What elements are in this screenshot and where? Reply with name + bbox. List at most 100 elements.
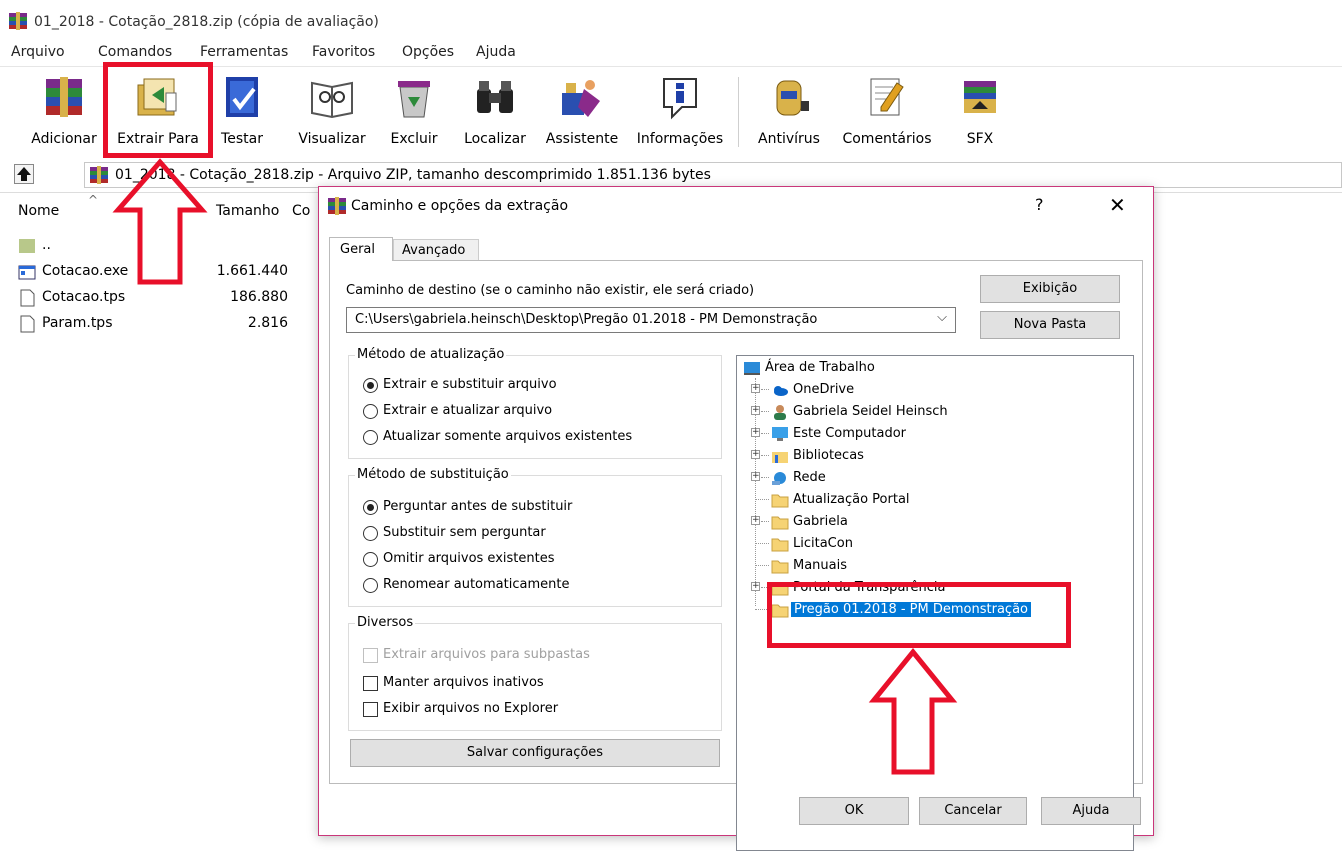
radio-label: Extrair e atualizar arquivo — [383, 403, 553, 418]
checkbox[interactable] — [363, 676, 378, 691]
comments-button[interactable]: Comentários — [834, 71, 940, 151]
tree-line — [755, 543, 769, 544]
info-button[interactable]: Informações — [630, 71, 730, 151]
radio-button[interactable] — [363, 378, 378, 393]
menu-opcoes[interactable]: Opções — [402, 44, 454, 60]
arrow-up-icon — [17, 167, 31, 181]
binoculars-icon — [477, 81, 513, 113]
exibicao-button[interactable]: Exibição — [980, 275, 1120, 303]
radio-label: Perguntar antes de substituir — [383, 499, 573, 514]
tree-expand-icon[interactable]: + — [751, 472, 760, 481]
close-icon[interactable]: ✕ — [1109, 193, 1126, 217]
tree-expand-icon[interactable]: + — [751, 516, 760, 525]
cancel-button[interactable]: Cancelar — [919, 797, 1027, 825]
radio-label: Omitir arquivos existentes — [383, 551, 555, 566]
antivirus-label: Antivírus — [758, 131, 820, 147]
antivirus-button[interactable]: Antivírus — [748, 71, 830, 151]
test-label: Testar — [221, 131, 263, 147]
tree-line — [761, 433, 769, 434]
archive-path-box[interactable]: 01_2018 - Cotação_2818.zip - Arquivo ZIP… — [84, 162, 1342, 188]
tree-expand-icon[interactable]: + — [751, 450, 760, 459]
radio-button[interactable] — [363, 500, 378, 515]
checkbox[interactable] — [363, 648, 378, 663]
network-icon — [772, 472, 786, 485]
folder-icon — [771, 560, 789, 574]
view-book-icon — [311, 81, 353, 119]
column-name[interactable]: Nome — [18, 203, 59, 219]
radio-label: Atualizar somente arquivos existentes — [383, 429, 633, 444]
help-button[interactable]: Ajuda — [1041, 797, 1141, 825]
sfx-button[interactable]: SFX — [950, 71, 1010, 151]
radio-label: Extrair e substituir arquivo — [383, 377, 557, 392]
wizard-button[interactable]: Assistente — [540, 71, 624, 151]
tree-line — [755, 499, 769, 500]
misc-label: Diversos — [355, 615, 416, 630]
tree-node-label: Rede — [793, 470, 826, 485]
overwrite-method-group: Método de substituição Perguntar antes d… — [348, 467, 722, 607]
add-button[interactable]: Adicionar — [24, 71, 104, 151]
radio-button[interactable] — [363, 526, 378, 541]
winrar-books-icon — [9, 12, 27, 30]
tree-expand-icon[interactable]: + — [751, 384, 760, 393]
column-size[interactable]: Tamanho — [216, 203, 279, 219]
file-row[interactable]: Param.tps 2.816 — [0, 313, 300, 335]
chevron-down-icon[interactable]: ⌵ — [937, 310, 947, 325]
ok-button[interactable]: OK — [799, 797, 909, 825]
radio-label: Substituir sem perguntar — [383, 525, 546, 540]
update-method-label: Método de atualização — [355, 347, 507, 362]
comment-pen-icon — [870, 78, 904, 116]
dest-path-value: C:\Users\gabriela.heinsch\Desktop\Pregão… — [355, 312, 818, 327]
tree-line — [761, 455, 769, 456]
file-size: 1.661.440 — [216, 263, 288, 279]
tree-node-label: Gabriela Seidel Heinsch — [793, 404, 948, 419]
sfx-icon — [964, 81, 996, 113]
view-button[interactable]: Visualizar — [292, 71, 372, 151]
radio-button[interactable] — [363, 552, 378, 567]
info-label: Informações — [636, 131, 724, 147]
tree-node-label: OneDrive — [793, 382, 855, 397]
test-button[interactable]: Testar — [214, 71, 270, 151]
help-question-button[interactable]: ? — [1035, 195, 1044, 214]
tab-geral[interactable]: Geral — [329, 237, 393, 261]
tree-expand-icon[interactable]: + — [751, 428, 760, 437]
info-icon — [663, 78, 697, 120]
comments-label: Comentários — [842, 131, 932, 147]
file-name: Param.tps — [42, 315, 113, 331]
title-bar: 01_2018 - Cotação_2818.zip (cópia de ava… — [0, 0, 1342, 40]
window-title: 01_2018 - Cotação_2818.zip (cópia de ava… — [34, 14, 379, 30]
menu-ajuda[interactable]: Ajuda — [476, 44, 516, 60]
dest-path-combo[interactable]: C:\Users\gabriela.heinsch\Desktop\Pregão… — [346, 307, 956, 333]
file-name: .. — [42, 237, 51, 253]
up-folder-button[interactable] — [14, 164, 34, 184]
tree-expand-icon[interactable]: + — [751, 582, 760, 591]
radio-button[interactable] — [363, 430, 378, 445]
radio-button[interactable] — [363, 578, 378, 593]
save-settings-button[interactable]: Salvar configurações — [350, 739, 720, 767]
tab-avancado[interactable]: Avançado — [393, 239, 479, 261]
delete-bin-icon — [398, 81, 430, 118]
tree-expand-icon[interactable]: + — [751, 406, 760, 415]
menu-ferramentas[interactable]: Ferramentas — [200, 44, 288, 60]
menu-favoritos[interactable]: Favoritos — [312, 44, 375, 60]
folder-icon — [771, 516, 789, 530]
file-row[interactable]: Cotacao.tps 186.880 — [0, 287, 300, 309]
checkbox[interactable] — [363, 702, 378, 717]
dialog-title: Caminho e opções da extração — [351, 198, 569, 214]
winrar-books-icon — [328, 197, 346, 215]
onedrive-cloud-icon — [774, 386, 788, 396]
find-button[interactable]: Localizar — [458, 71, 532, 151]
new-folder-button[interactable]: Nova Pasta — [980, 311, 1120, 339]
winrar-books-icon — [90, 166, 108, 184]
column-compressed[interactable]: Co — [292, 203, 310, 219]
user-icon — [774, 405, 786, 420]
update-method-group: Método de atualização Extrair e substitu… — [348, 347, 722, 459]
tree-node-label: LicitaCon — [793, 536, 853, 551]
menu-arquivo[interactable]: Arquivo — [11, 44, 65, 60]
radio-button[interactable] — [363, 404, 378, 419]
file-icon — [20, 315, 35, 333]
tree-node-label: Gabriela — [793, 514, 848, 529]
highlight-box-extract — [103, 62, 213, 158]
delete-button[interactable]: Excluir — [384, 71, 444, 151]
antivirus-icon — [776, 80, 809, 116]
menu-comandos[interactable]: Comandos — [98, 44, 172, 60]
